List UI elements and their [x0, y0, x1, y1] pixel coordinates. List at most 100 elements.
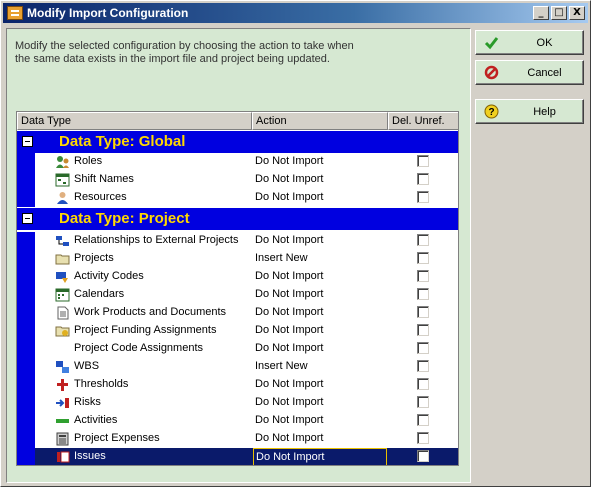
action-value[interactable]: Do Not Import: [255, 378, 323, 390]
collapse-toggle-icon[interactable]: [22, 213, 33, 224]
wbs-icon: [56, 361, 69, 373]
data-type-label: Shift Names: [74, 173, 134, 185]
svg-text:?: ?: [488, 107, 494, 118]
action-value[interactable]: Do Not Import: [255, 191, 323, 203]
action-value[interactable]: Do Not Import: [255, 396, 323, 408]
table-row[interactable]: Resources Do Not Import: [17, 189, 458, 207]
maximize-button[interactable]: □: [551, 6, 567, 20]
del-unref-checkbox[interactable]: [417, 324, 429, 336]
del-unref-checkbox[interactable]: [417, 155, 429, 167]
column-header-del-unref[interactable]: Del. Unref.: [388, 112, 458, 130]
del-unref-checkbox[interactable]: [417, 450, 429, 462]
calendar-icon: [55, 288, 70, 302]
del-unref-checkbox[interactable]: [417, 173, 429, 185]
thresholds-icon: [57, 379, 68, 391]
relationships-icon: [56, 236, 69, 246]
action-value[interactable]: Do Not Import: [255, 270, 323, 282]
table-row[interactable]: Projects Insert New: [17, 250, 458, 268]
del-unref-checkbox[interactable]: [417, 270, 429, 282]
data-type-label: Relationships to External Projects: [74, 234, 239, 246]
grid-header: Data Type Action Del. Unref.: [17, 112, 458, 130]
funding-icon: [55, 326, 70, 337]
table-row[interactable]: Risks Do Not Import: [17, 394, 458, 412]
expenses-icon: [56, 432, 69, 446]
data-type-grid: Data Type Action Del. Unref. Data Type: …: [16, 111, 459, 466]
action-value[interactable]: Insert New: [255, 252, 308, 264]
table-row[interactable]: Shift Names Do Not Import: [17, 171, 458, 189]
action-value[interactable]: Do Not Import: [255, 432, 323, 444]
table-row[interactable]: Activity Codes Do Not Import: [17, 268, 458, 286]
action-dropdown[interactable]: Do Not Import: [253, 448, 387, 465]
del-unref-checkbox[interactable]: [417, 342, 429, 354]
table-row[interactable]: Activities Do Not Import: [17, 412, 458, 430]
checkmark-icon: [484, 37, 499, 50]
collapse-toggle-icon[interactable]: [22, 136, 33, 147]
table-row[interactable]: Project Expenses Do Not Import: [17, 430, 458, 448]
data-type-label: Activity Codes: [74, 270, 144, 282]
import-config-window: Modify Import Configuration _ □ X Modify…: [0, 0, 591, 487]
del-unref-checkbox[interactable]: [417, 396, 429, 408]
folder-icon: [55, 254, 70, 265]
group-row-global[interactable]: Data Type: Global: [17, 131, 458, 153]
data-type-label: Project Code Assignments: [74, 342, 204, 354]
del-unref-checkbox[interactable]: [417, 360, 429, 372]
activity-codes-icon: [56, 272, 68, 283]
data-type-label: Thresholds: [74, 378, 129, 390]
group-title: Data Type: Project: [59, 210, 190, 227]
del-unref-checkbox[interactable]: [417, 378, 429, 390]
data-type-label: WBS: [74, 360, 100, 372]
minimize-button[interactable]: _: [533, 6, 549, 20]
del-unref-checkbox[interactable]: [417, 306, 429, 318]
table-row[interactable]: Thresholds Do Not Import: [17, 376, 458, 394]
data-type-label: Projects: [74, 252, 114, 264]
data-type-label: Project Funding Assignments: [74, 324, 217, 336]
column-header-action[interactable]: Action: [252, 112, 388, 130]
data-type-label: Project Expenses: [74, 432, 160, 444]
roles-icon: [56, 156, 69, 168]
action-value[interactable]: Insert New: [255, 360, 308, 372]
group-row-project[interactable]: Data Type: Project: [17, 208, 458, 230]
data-type-label: Resources: [74, 191, 127, 203]
help-icon: ?: [484, 104, 499, 119]
data-type-label: Risks: [74, 396, 101, 408]
table-row-selected[interactable]: Issues Do Not Import: [17, 448, 458, 465]
del-unref-checkbox[interactable]: [417, 191, 429, 203]
group-title: Data Type: Global: [59, 133, 186, 150]
risks-icon: [56, 398, 69, 408]
table-row[interactable]: Project Funding Assignments Do Not Impor…: [17, 322, 458, 340]
ok-button[interactable]: OK: [475, 30, 584, 55]
activities-icon: [56, 419, 69, 423]
action-value[interactable]: Do Not Import: [255, 155, 323, 167]
action-value[interactable]: Do Not Import: [255, 306, 323, 318]
action-value[interactable]: Do Not Import: [255, 234, 323, 246]
table-row[interactable]: Roles Do Not Import: [17, 153, 458, 171]
table-row[interactable]: Project Code Assignments Do Not Import: [17, 340, 458, 358]
del-unref-checkbox[interactable]: [417, 432, 429, 444]
action-value[interactable]: Do Not Import: [255, 288, 323, 300]
cancel-icon: [484, 65, 499, 80]
action-value[interactable]: Do Not Import: [255, 414, 323, 426]
table-row[interactable]: Relationships to External Projects Do No…: [17, 232, 458, 250]
table-row[interactable]: Calendars Do Not Import: [17, 286, 458, 304]
data-type-label: Issues: [74, 450, 106, 462]
data-type-label: Work Products and Documents: [74, 306, 227, 318]
window-title: Modify Import Configuration: [27, 6, 189, 20]
shift-names-icon: [55, 173, 70, 187]
action-value[interactable]: Do Not Import: [255, 173, 323, 185]
help-button[interactable]: ? Help: [475, 99, 584, 124]
del-unref-checkbox[interactable]: [417, 288, 429, 300]
del-unref-checkbox[interactable]: [417, 234, 429, 246]
cancel-button[interactable]: Cancel: [475, 60, 584, 85]
table-row[interactable]: Work Products and Documents Do Not Impor…: [17, 304, 458, 322]
column-header-data-type[interactable]: Data Type: [17, 112, 252, 130]
del-unref-checkbox[interactable]: [417, 414, 429, 426]
del-unref-checkbox[interactable]: [417, 252, 429, 264]
action-value[interactable]: Do Not Import: [255, 324, 323, 336]
close-button[interactable]: X: [569, 6, 585, 20]
data-type-label: Calendars: [74, 288, 125, 300]
title-bar[interactable]: Modify Import Configuration _ □ X: [3, 3, 588, 23]
table-row[interactable]: WBS Insert New: [17, 358, 458, 376]
instructions-text: Modify the selected configuration by cho…: [15, 40, 354, 65]
action-value[interactable]: Do Not Import: [255, 342, 323, 354]
data-type-label: Roles: [74, 155, 103, 167]
